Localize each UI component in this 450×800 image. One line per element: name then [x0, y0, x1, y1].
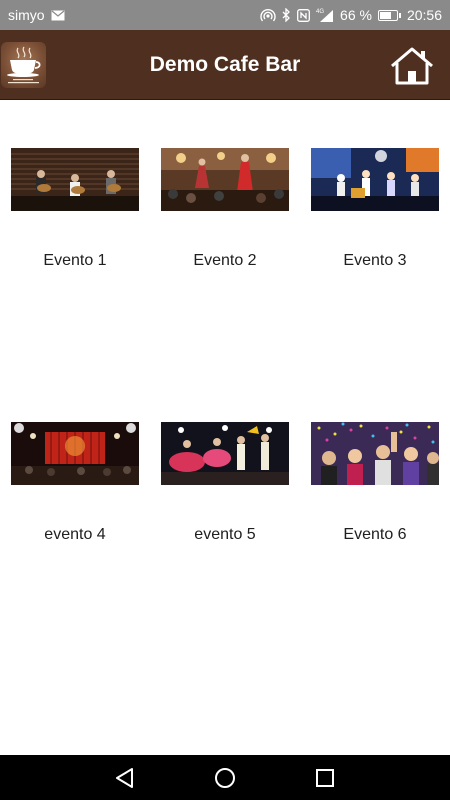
hotspot-icon [260, 8, 276, 22]
nav-recents-button[interactable] [312, 765, 338, 791]
event-label: evento 4 [44, 526, 106, 543]
events-grid: Evento 1 Evento 2 Evento 3 evento 4 even… [0, 100, 450, 755]
status-bar: simyo 4G 66 % 20:56 [0, 0, 450, 30]
party-confetti-crowd-photo [311, 422, 439, 485]
home-circle-icon [215, 768, 235, 788]
guitarists-on-stage-photo [11, 148, 139, 211]
home-icon [391, 47, 433, 85]
app-title: Demo Cafe Bar [149, 53, 301, 76]
system-nav-bar [0, 755, 450, 800]
event-label: Evento 1 [43, 252, 107, 269]
app-bar: Demo Cafe Bar [0, 30, 450, 100]
svg-text:4G: 4G [316, 9, 324, 15]
red-curtain-stage-photo [11, 422, 139, 485]
signal-4g-icon: 4G [316, 7, 334, 23]
home-button[interactable] [388, 46, 436, 86]
clock: 20:56 [406, 7, 442, 23]
event-label: Evento 2 [193, 252, 257, 269]
app-screen: simyo 4G 66 % 20:56 Demo Cafe Bar Evento… [0, 0, 450, 800]
flamenco-dancer-restaurant-photo [161, 148, 289, 211]
nav-home-button[interactable] [212, 765, 238, 791]
recents-square-icon [316, 769, 334, 787]
battery-fill [379, 11, 391, 19]
folk-dancers-stage-photo [161, 422, 289, 485]
event-label: Evento 3 [343, 252, 407, 269]
nfc-icon [297, 8, 310, 22]
band-concert-blue-lights-photo [311, 148, 439, 211]
battery-percent: 66 % [340, 7, 372, 23]
battery-icon [377, 9, 401, 21]
nav-back-button[interactable] [112, 765, 138, 791]
event-label: Evento 6 [343, 526, 407, 543]
carrier-name: simyo [8, 7, 45, 23]
bluetooth-icon [282, 8, 291, 22]
event-label: evento 5 [194, 526, 256, 543]
back-triangle-icon [116, 768, 133, 788]
mail-icon [51, 10, 65, 21]
